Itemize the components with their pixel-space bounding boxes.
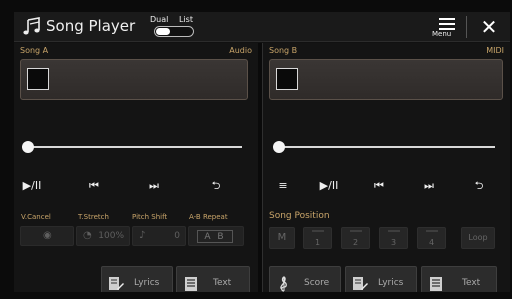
toggle-knob	[156, 28, 170, 35]
song-b-type: MIDI	[486, 46, 504, 55]
menu-label: Menu	[432, 30, 452, 38]
score-button[interactable]: Score	[269, 266, 341, 292]
lyrics-button-a[interactable]: Lyrics	[101, 266, 173, 292]
position-3-button[interactable]: 3	[379, 227, 408, 249]
dual-list-toggle[interactable]	[154, 26, 194, 37]
text-button-a[interactable]: Text	[176, 266, 250, 292]
lyrics-icon	[353, 277, 368, 290]
close-icon: ✕	[480, 15, 498, 39]
position-number: 2	[352, 238, 359, 247]
song-position-label: Song Position	[269, 211, 330, 221]
track-list-button[interactable]: ≡	[273, 177, 293, 195]
loop-button[interactable]: Loop	[461, 227, 495, 249]
text-label: Text	[213, 278, 232, 288]
song-b-label: Song B	[269, 46, 298, 55]
page-title: Song Player	[46, 17, 136, 35]
tstretch-label: T.Stretch	[78, 213, 109, 221]
treble-clef-icon	[280, 276, 287, 292]
song-a-position-track[interactable]	[26, 146, 242, 148]
next-button[interactable]: ⏭	[142, 177, 166, 195]
text-document-icon	[185, 277, 197, 291]
play-pause-button[interactable]: ▶/II	[20, 177, 44, 195]
vocal-cancel-icon: ◉	[43, 230, 52, 241]
text-document-icon	[430, 277, 442, 291]
song-a-selector[interactable]	[20, 59, 248, 100]
vcancel-button[interactable]: ◉	[20, 226, 74, 246]
pitch-value: 0	[174, 231, 180, 241]
dual-label: Dual	[150, 15, 169, 24]
tstretch-value: 100%	[98, 231, 124, 241]
position-1-button[interactable]: 1	[303, 227, 332, 249]
song-a-label: Song A	[20, 46, 49, 55]
header-separator	[466, 16, 467, 38]
song-a-panel: Song A Audio ▶/II ⏮ ⏭ ⮌ V.Cancel T.Stret…	[14, 43, 258, 292]
repeat-button[interactable]: ⮌	[204, 177, 228, 195]
pitch-shift-label: Pitch Shift	[132, 213, 168, 221]
tstretch-button[interactable]: ◔ 100%	[76, 226, 130, 246]
lyrics-button-b[interactable]: Lyrics	[345, 266, 417, 292]
song-file-icon	[276, 68, 298, 90]
text-button-b[interactable]: Text	[421, 266, 497, 292]
song-b-panel: Song B MIDI ≡ ▶/II ⏮ ⏭ ⮌ Song Position M…	[262, 43, 510, 292]
song-file-icon	[27, 68, 49, 90]
ab-repeat-value: A B	[197, 230, 233, 243]
repeat-button[interactable]: ⮌	[467, 177, 491, 195]
song-a-position-handle[interactable]	[22, 141, 34, 153]
pitch-icon: ♪	[139, 230, 146, 241]
ab-repeat-label: A-B Repeat	[189, 213, 228, 221]
vcancel-label: V.Cancel	[21, 213, 51, 221]
music-note-icon	[23, 17, 40, 35]
song-a-type: Audio	[229, 46, 252, 55]
song-player-screen: Song Player Dual List Menu ✕ Song A Audi…	[14, 12, 510, 292]
header-bar: Song Player Dual List Menu ✕	[14, 12, 510, 42]
song-b-position-handle[interactable]	[273, 141, 285, 153]
position-2-button[interactable]: 2	[341, 227, 370, 249]
position-4-button[interactable]: 4	[417, 227, 446, 249]
position-number: 3	[390, 238, 397, 247]
position-number: 4	[428, 238, 435, 247]
text-label: Text	[462, 278, 481, 288]
song-b-position-track[interactable]	[277, 146, 495, 148]
lyrics-icon	[109, 277, 124, 290]
ab-repeat-button[interactable]: A B	[188, 226, 244, 246]
list-label: List	[179, 15, 193, 24]
position-number: 1	[314, 238, 321, 247]
close-button[interactable]: ✕	[476, 14, 502, 40]
clock-icon: ◔	[83, 230, 92, 241]
pitch-shift-button[interactable]: ♪ 0	[132, 226, 186, 246]
hamburger-menu-icon	[439, 18, 455, 20]
song-b-selector[interactable]	[269, 59, 503, 100]
next-button[interactable]: ⏭	[417, 177, 441, 195]
lyrics-label: Lyrics	[134, 278, 160, 288]
play-pause-button[interactable]: ▶/II	[315, 177, 343, 195]
score-label: Score	[304, 278, 330, 288]
previous-button[interactable]: ⏮	[82, 177, 106, 195]
previous-button[interactable]: ⏮	[367, 177, 391, 195]
lyrics-label: Lyrics	[378, 278, 404, 288]
position-m-button[interactable]: M	[269, 227, 295, 249]
